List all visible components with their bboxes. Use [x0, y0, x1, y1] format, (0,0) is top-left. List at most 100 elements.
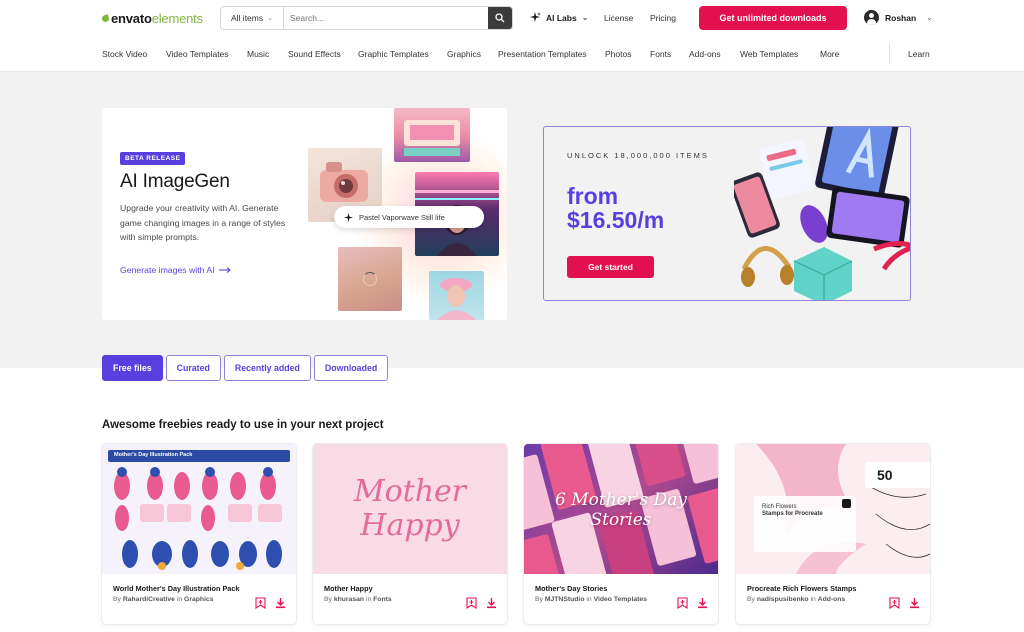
generate-images-link[interactable]: Generate images with AI	[120, 265, 231, 275]
devices-collage-image	[734, 127, 910, 300]
generate-images-label: Generate images with AI	[120, 265, 215, 275]
chevron-down-icon: ⌄	[267, 15, 273, 22]
card-title[interactable]: Procreate Rich Flowers Stamps	[747, 584, 857, 593]
unlock-promo-card: UNLOCK 18,000,000 ITEMS from $16.50/m Ge…	[543, 126, 911, 301]
ai-labs-menu[interactable]: AI Labs ⌄	[530, 12, 588, 23]
card-author[interactable]: nadispusibenko	[757, 596, 809, 603]
card-thumbnail[interactable]: 6 Mother's Day Stories	[524, 444, 718, 574]
card-author[interactable]: khurasan	[334, 596, 364, 603]
item-card[interactable]: 6 Mother's Day Stories Mother's Day Stor…	[524, 444, 718, 624]
ai-card-title: AI ImageGen	[120, 171, 230, 192]
nav-item-learn[interactable]: Learn	[908, 49, 930, 59]
in-word: in	[586, 596, 592, 603]
tab-recently-added[interactable]: Recently added	[223, 355, 311, 381]
tab-free-files[interactable]: Free files	[102, 355, 163, 381]
thumb-label-line1: Rich Flowers	[762, 504, 797, 510]
nav-item-video-templates[interactable]: Video Templates	[166, 49, 229, 59]
ai-prompt-pill: Pastel Vaporwave Still life	[334, 206, 484, 228]
nav-item-stock-video[interactable]: Stock Video	[102, 49, 147, 59]
bookmark-add-icon[interactable]	[255, 597, 266, 609]
card-byline: By MJTNStudio in Video Templates	[535, 596, 647, 603]
nav-item-add-ons[interactable]: Add-ons	[689, 49, 721, 59]
leaf-icon	[101, 14, 110, 23]
nav-item-web-templates[interactable]: Web Templates	[740, 49, 798, 59]
sparkle-icon	[344, 212, 353, 222]
card-category[interactable]: Fonts	[373, 596, 392, 603]
avatar-icon	[864, 10, 879, 25]
card-actions	[677, 597, 708, 609]
download-icon[interactable]	[909, 597, 920, 609]
ai-imagegen-card: BETA RELEASE AI ImageGen Upgrade your cr…	[102, 108, 507, 320]
card-actions	[889, 597, 920, 609]
thumb-label-line2: Stamps for Procreate	[762, 511, 823, 517]
search-icon	[495, 13, 505, 23]
in-word: in	[176, 596, 183, 603]
license-link[interactable]: License	[604, 13, 633, 23]
get-unlimited-downloads-button[interactable]: Get unlimited downloads	[699, 6, 847, 30]
bookmark-add-icon[interactable]	[677, 597, 688, 609]
card-title[interactable]: Mother Happy	[324, 584, 373, 593]
nav-item-more[interactable]: More	[820, 49, 839, 59]
download-icon[interactable]	[486, 597, 497, 609]
stamp-count-label: 50	[865, 462, 930, 488]
bookmark-add-icon[interactable]	[889, 597, 900, 609]
chevron-down-icon: ⌄	[926, 13, 933, 22]
top-header: envatoelements All items ⌄ AI Labs ⌄ Lic…	[0, 0, 1024, 36]
item-card[interactable]: 50 Rich Flowers Stamps for Procreate Pro…	[736, 444, 930, 624]
search-category-select[interactable]: All items ⌄	[221, 7, 284, 29]
ai-card-description: Upgrade your creativity with AI. Generat…	[120, 203, 286, 242]
card-byline: By RahardiCreative in Graphics	[113, 596, 214, 603]
pricing-link[interactable]: Pricing	[650, 13, 676, 23]
card-category[interactable]: Graphics	[184, 596, 213, 603]
nav-item-graphics[interactable]: Graphics	[447, 49, 481, 59]
ai-prompt-text: Pastel Vaporwave Still life	[359, 212, 445, 222]
by-word: By	[535, 596, 543, 603]
thumb-text-line1: 6 Mother's Day	[555, 490, 687, 510]
logo-text-light: elements	[151, 11, 203, 26]
retro-tv-image	[394, 108, 470, 162]
download-icon[interactable]	[275, 597, 286, 609]
card-thumbnail[interactable]: 50 Rich Flowers Stamps for Procreate	[736, 444, 930, 574]
download-icon[interactable]	[697, 597, 708, 609]
collection-tabs: Free files Curated Recently added Downlo…	[102, 355, 389, 381]
card-author[interactable]: RahardiCreative	[123, 596, 175, 603]
thumb-text-line2: Stories	[590, 510, 652, 530]
section-title: Awesome freebies ready to use in your ne…	[102, 419, 384, 431]
sparkle-icon	[530, 12, 541, 22]
search-input[interactable]	[284, 7, 488, 29]
by-word: By	[747, 596, 755, 603]
user-menu[interactable]: Roshan ⌄	[864, 10, 933, 25]
category-nav: Stock Video Video Templates Music Sound …	[0, 36, 1024, 72]
nav-item-graphic-templates[interactable]: Graphic Templates	[358, 49, 429, 59]
nav-item-photos[interactable]: Photos	[605, 49, 631, 59]
card-author[interactable]: MJTNStudio	[545, 596, 585, 603]
procreate-icon	[842, 499, 851, 508]
nav-item-fonts[interactable]: Fonts	[650, 49, 671, 59]
nav-item-sound-effects[interactable]: Sound Effects	[288, 49, 341, 59]
arrow-right-icon	[218, 267, 231, 273]
thumb-text-line1: Mother	[353, 474, 467, 509]
search-button[interactable]	[488, 7, 512, 29]
card-thumbnail[interactable]: Mother's Day Illustration Pack	[102, 444, 296, 574]
card-title[interactable]: World Mother's Day Illustration Pack	[113, 584, 239, 593]
user-name: Roshan	[885, 12, 917, 23]
card-category[interactable]: Add-ons	[818, 596, 846, 603]
thumb-text-line2: Happy	[360, 508, 460, 543]
tab-downloaded[interactable]: Downloaded	[313, 355, 389, 381]
card-thumbnail[interactable]: Mother Happy	[313, 444, 507, 574]
item-card[interactable]: Mother's Day Illustration Pack World Mot…	[102, 444, 296, 624]
card-category[interactable]: Video Templates	[594, 596, 647, 603]
by-word: By	[324, 596, 332, 603]
card-title[interactable]: Mother's Day Stories	[535, 584, 607, 593]
envato-logo[interactable]: envato elements	[101, 11, 203, 26]
in-word: in	[810, 596, 816, 603]
item-card[interactable]: Mother Happy Mother Happy By khurasan in…	[313, 444, 507, 624]
get-started-button[interactable]: Get started	[567, 256, 654, 278]
bookmark-add-icon[interactable]	[466, 597, 477, 609]
card-actions	[466, 597, 497, 609]
promo-label: UNLOCK 18,000,000 ITEMS	[567, 151, 709, 160]
card-byline: By khurasan in Fonts	[324, 596, 392, 603]
tab-curated[interactable]: Curated	[165, 355, 221, 381]
nav-item-presentation-templates[interactable]: Presentation Templates	[498, 49, 587, 59]
nav-item-music[interactable]: Music	[247, 49, 269, 59]
